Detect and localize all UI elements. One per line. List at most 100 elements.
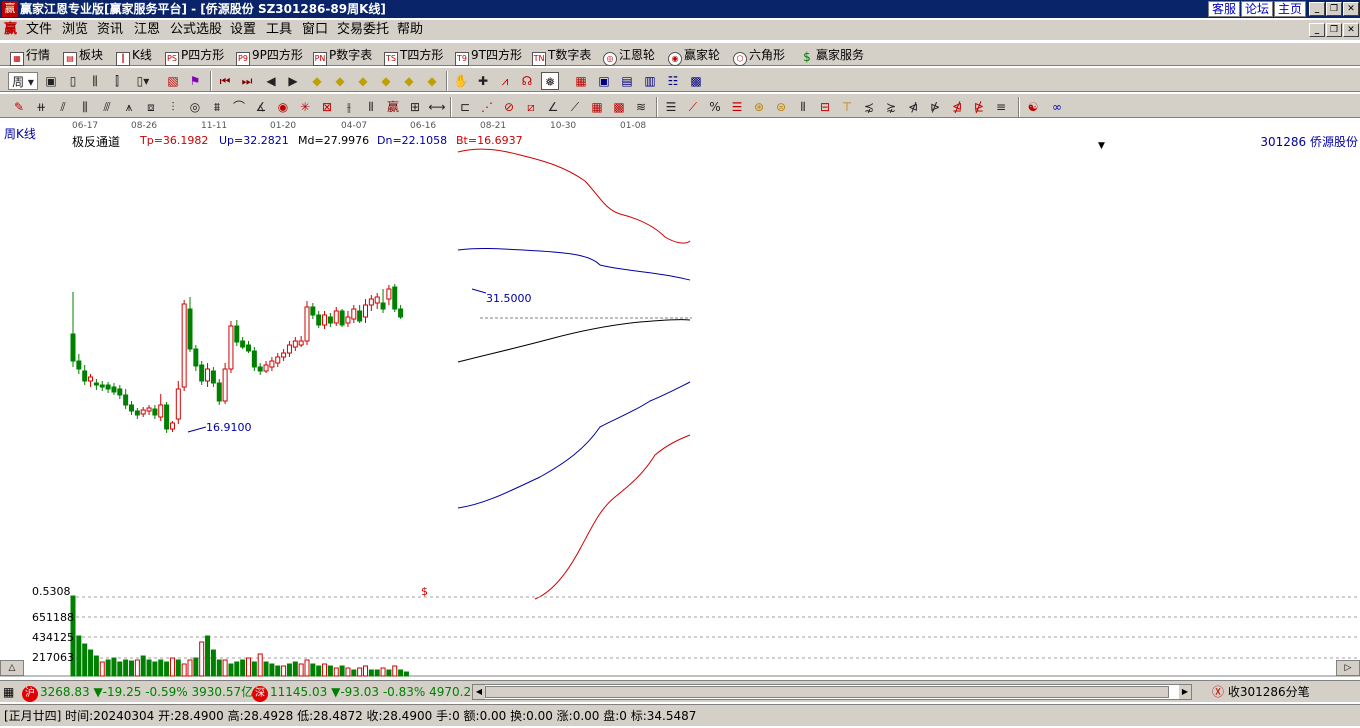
percent-chart-icon[interactable]: ⟋ xyxy=(684,98,702,116)
table-grid-icon[interactable]: ▦ xyxy=(588,98,606,116)
period-select[interactable]: 周 ▾ xyxy=(8,72,38,90)
menu-help[interactable]: 帮助 xyxy=(397,22,423,38)
time-square9-button[interactable]: T9 9T四方形 xyxy=(455,46,522,66)
candle-style-icon[interactable]: ⫿ xyxy=(108,72,126,90)
time-square-button[interactable]: TS T四方形 xyxy=(384,46,443,66)
parallel-icon[interactable]: ⫲ xyxy=(340,98,358,116)
scroll-left-arrow-icon[interactable]: ◀ xyxy=(473,685,485,699)
yinyang-icon[interactable]: ☯ xyxy=(1024,98,1042,116)
arc-icon[interactable]: ⌒ xyxy=(230,98,248,116)
quotes-button[interactable]: ▦ 行情 xyxy=(10,46,50,66)
line-tool-icon[interactable]: ∠ xyxy=(544,98,562,116)
gann-wheel-button[interactable]: ◎ 江恩轮 xyxy=(603,46,655,66)
chevron-down-icon[interactable]: ▼ xyxy=(1098,141,1105,151)
arrow-right-icon[interactable]: ▶ xyxy=(284,72,302,90)
fib-time-icon[interactable]: ⫶ xyxy=(164,98,182,116)
hexa-lines-icon[interactable]: ⋬ xyxy=(948,98,966,116)
ladder-lines-icon[interactable]: ⋭ xyxy=(970,98,988,116)
restore-button[interactable]: ❐ xyxy=(1326,2,1342,16)
circle-tool-icon[interactable]: ◎ xyxy=(186,98,204,116)
channel-icon[interactable]: ⟋ xyxy=(566,98,584,116)
last-bar-icon[interactable]: ⏭ xyxy=(238,72,256,90)
gold-icon[interactable]: ⊤ xyxy=(838,98,856,116)
calendar-icon[interactable]: ▦ xyxy=(572,72,590,90)
arrow-left-icon[interactable]: ◀ xyxy=(262,72,280,90)
minimize-button[interactable]: _ xyxy=(1309,2,1325,16)
star-icon[interactable]: ✳ xyxy=(296,98,314,116)
gann-fan-icon[interactable]: ⩚ xyxy=(120,98,138,116)
menu-tools[interactable]: 工具 xyxy=(266,22,292,38)
bars-icon[interactable]: ⫼ xyxy=(86,72,104,90)
equal-lines-icon[interactable]: ≡ xyxy=(992,98,1010,116)
hexagon-button[interactable]: ⬡ 六角形 xyxy=(733,46,785,66)
price-table-button[interactable]: PN P数字表 xyxy=(313,46,372,66)
gann-box-icon[interactable]: ⧈ xyxy=(142,98,160,116)
network-icon[interactable]: ☷ xyxy=(664,72,682,90)
menu-window[interactable]: 窗口 xyxy=(302,22,328,38)
pillar-icon[interactable]: ⫴ xyxy=(794,98,812,116)
horizontal-scrollbar[interactable]: ◀ ▶ xyxy=(472,684,1192,700)
report-icon[interactable]: ▤ xyxy=(618,72,636,90)
fit-icon[interactable]: ◆ xyxy=(423,72,441,90)
page-icon[interactable]: ▯ xyxy=(64,72,82,90)
sectors-button[interactable]: ▤ 板块 xyxy=(63,46,103,66)
homepage-link[interactable]: 主页 xyxy=(1274,1,1307,17)
chart-area[interactable]: 周K线 06-17 08-26 11-11 01-20 04-07 06-16 … xyxy=(0,119,1360,678)
gann-grid-icon[interactable]: ⊘ xyxy=(500,98,518,116)
price-square9-button[interactable]: P9 9P四方形 xyxy=(236,46,303,66)
gann-table-icon[interactable]: ▩ xyxy=(610,98,628,116)
angle-icon[interactable]: ∡ xyxy=(252,98,270,116)
price-square-button[interactable]: PS P四方形 xyxy=(165,46,224,66)
fan-lines-icon[interactable]: ⋰ xyxy=(478,98,496,116)
menu-settings[interactable]: 设置 xyxy=(230,22,256,38)
menu-trade[interactable]: 交易委托 xyxy=(337,22,389,38)
trend-icon[interactable]: ⩘ xyxy=(496,72,514,90)
monitor-icon[interactable]: ▣ xyxy=(595,72,613,90)
zoom-out-icon[interactable]: ◆ xyxy=(308,72,326,90)
square-icon[interactable]: ⊠ xyxy=(318,98,336,116)
winner-wheel-button[interactable]: ◉ 赢家轮 xyxy=(668,46,720,66)
menu-gann[interactable]: 江恩 xyxy=(134,22,160,38)
grid-lines-icon[interactable]: ⧺ xyxy=(32,98,50,116)
bar-pattern-icon[interactable]: ⦀ xyxy=(362,98,380,116)
trade-icon[interactable]: ▩ xyxy=(687,72,705,90)
shrink-icon[interactable]: ◆ xyxy=(377,72,395,90)
reset-zoom-icon[interactable]: ◆ xyxy=(400,72,418,90)
sz-index[interactable]: 深 11145.03 ▼-93.03 -0.83% 4970.2 xyxy=(252,684,470,702)
line-style-select[interactable]: ▯▾ xyxy=(134,72,152,90)
ladder-icon[interactable]: ⊞ xyxy=(406,98,424,116)
expand-icon[interactable]: ◆ xyxy=(354,72,372,90)
scroll-right-arrow-icon[interactable]: ▶ xyxy=(1179,685,1191,699)
list-icon[interactable]: ☰ xyxy=(662,98,680,116)
menu-info[interactable]: 资讯 xyxy=(97,22,123,38)
range-icon[interactable]: ⟷ xyxy=(428,98,446,116)
winner-service-button[interactable]: $ 赢家服务 xyxy=(800,46,864,64)
angle-lines-icon[interactable]: ⋨ xyxy=(860,98,878,116)
scroll-thumb[interactable] xyxy=(485,686,1169,698)
pencil-icon[interactable]: ✎ xyxy=(10,98,28,116)
fibonacci-icon[interactable]: ▧ xyxy=(164,72,182,90)
spiral-icon[interactable]: ◉ xyxy=(274,98,292,116)
time-table-button[interactable]: TN T数字表 xyxy=(532,46,591,66)
doc-close-button[interactable]: ✕ xyxy=(1343,23,1359,37)
refresh-icon[interactable]: ❅ xyxy=(541,72,559,90)
balance-icon[interactable]: ⊜ xyxy=(772,98,790,116)
scroll-up-button[interactable]: △ xyxy=(0,660,24,676)
calculator-icon[interactable]: ▦ xyxy=(3,684,14,700)
period-lines-icon[interactable]: ⫽ xyxy=(54,98,72,116)
flag-icon[interactable]: ⚑ xyxy=(186,72,204,90)
penta-lines-icon[interactable]: ⋫ xyxy=(926,98,944,116)
kline-button[interactable]: ┃ K线 xyxy=(116,46,152,66)
doc-minimize-button[interactable]: _ xyxy=(1309,23,1325,37)
fan-icon[interactable]: ≋ xyxy=(632,98,650,116)
time-zones-icon[interactable]: ⫻ xyxy=(98,98,116,116)
percent-icon[interactable]: % xyxy=(706,98,724,116)
doc-restore-button[interactable]: ❐ xyxy=(1326,23,1342,37)
hand-icon[interactable]: ✋ xyxy=(452,72,470,90)
quad-lines-icon[interactable]: ⋪ xyxy=(904,98,922,116)
measure-icon[interactable]: ⊟ xyxy=(816,98,834,116)
sh-index[interactable]: 沪 3268.83 ▼-19.25 -0.59% 3930.57亿 xyxy=(22,684,253,702)
first-bar-icon[interactable]: ⏮ xyxy=(216,72,234,90)
close-button[interactable]: ✕ xyxy=(1343,2,1359,16)
scroll-right-button[interactable]: ▷ xyxy=(1336,660,1360,676)
